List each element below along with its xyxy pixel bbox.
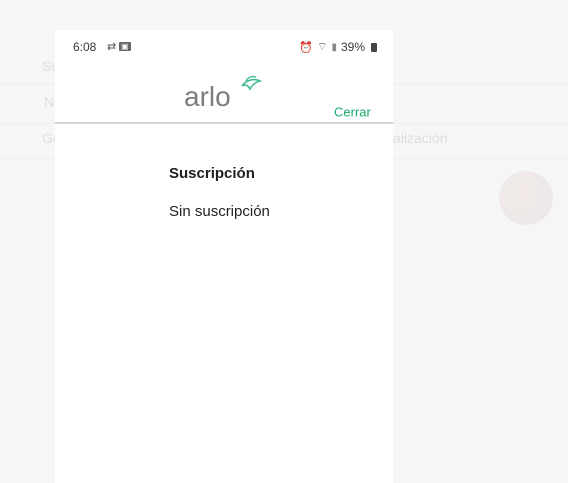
status-bar: 6:08 ⇄ ▣ ⏰ ⌔ ▮ 39% — [55, 30, 393, 62]
arlo-logo: arlo — [184, 75, 263, 112]
bird-icon — [241, 78, 263, 91]
status-time: 6:08 — [73, 40, 97, 54]
subscription-value: Sin suscripción — [169, 203, 270, 220]
header-divider — [55, 122, 393, 124]
status-right: ⏰ ⌔ ▮ 39% — [299, 40, 377, 54]
logo-text: arlo — [184, 81, 231, 112]
close-button[interactable]: Cerrar — [334, 105, 371, 120]
background-avatar — [499, 171, 553, 225]
alarm-icon: ⏰ — [299, 41, 314, 54]
background-label: alización — [393, 130, 448, 146]
battery-text: 39% — [340, 40, 365, 54]
signal-icon: ▮ — [331, 41, 337, 53]
notification-icon: ▣ — [119, 42, 131, 51]
battery-icon — [371, 42, 377, 52]
refresh-icon: ⇄ — [107, 41, 117, 53]
app-header: arlo Cerrar — [55, 62, 393, 122]
subscription-title: Suscripción — [169, 165, 255, 182]
wifi-icon: ⌔ — [317, 41, 328, 53]
subscription-sheet: 6:08 ⇄ ▣ ⏰ ⌔ ▮ 39% arlo Cerrar Suscripci… — [55, 30, 393, 483]
